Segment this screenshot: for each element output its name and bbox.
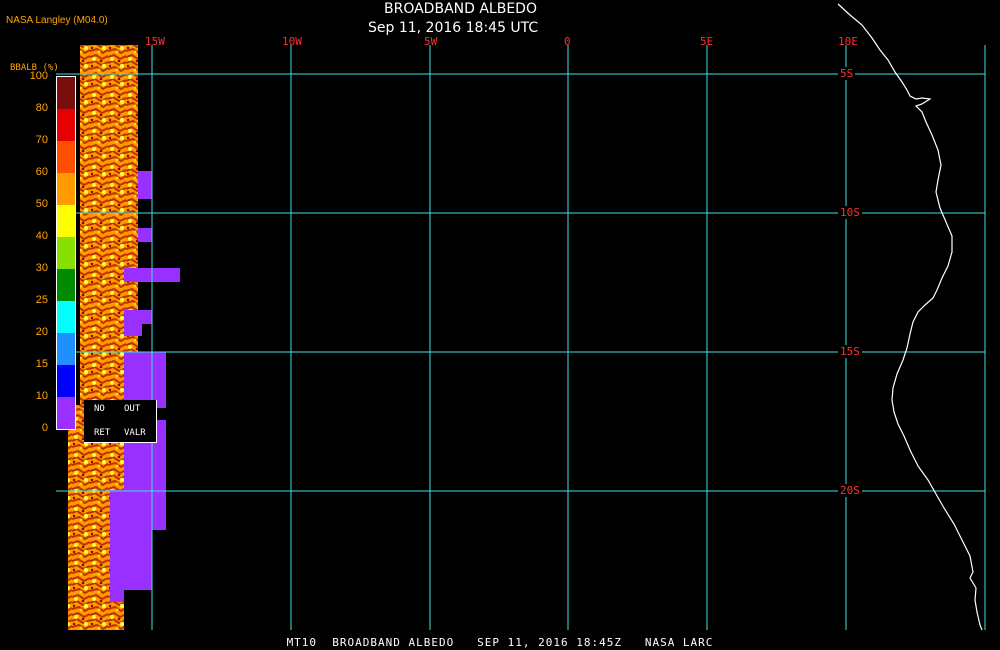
legend-tick-label: 60 — [35, 166, 48, 178]
legend-swatch — [57, 301, 75, 333]
legend-swatch — [57, 141, 75, 173]
no-retrieval-legend: NO RET OUT VALR — [84, 400, 157, 443]
map-datetime: Sep 11, 2016 18:45 UTC — [368, 20, 539, 36]
coastline — [837, 3, 983, 631]
lon-label-0: 0 — [564, 35, 571, 48]
lon-label-15w: 15W — [145, 35, 165, 48]
lon-label-10w: 10W — [282, 35, 302, 48]
legend-swatch — [57, 397, 75, 429]
lat-label-20s: 20S — [838, 484, 862, 497]
lat-label-5s: 5S — [838, 67, 856, 80]
legend-tick-label: 100 — [29, 70, 48, 82]
legend-tick-label: 40 — [35, 230, 48, 242]
lat-label-15s: 15S — [838, 345, 862, 358]
legend-swatch — [57, 237, 75, 269]
legend-tick-label: 20 — [35, 326, 48, 338]
legend-colorbar — [56, 76, 76, 430]
map-title: BROADBAND ALBEDO — [384, 1, 537, 17]
lon-label-10e: 10E — [838, 35, 858, 48]
legend-tick-label: 30 — [35, 262, 48, 274]
lat-lon-grid — [56, 45, 986, 630]
map-canvas — [56, 3, 986, 631]
legend-swatch — [57, 109, 75, 141]
satellite-map-view: BROADBAND ALBEDO Sep 11, 2016 18:45 UTC … — [0, 0, 1000, 650]
outvalr-line1: OUT — [124, 404, 141, 414]
legend-tick-label: 80 — [35, 102, 48, 114]
lat-label-10s: 10S — [838, 206, 862, 219]
legend-tick-label: 50 — [35, 198, 48, 210]
legend-swatch — [57, 77, 75, 109]
legend-swatch — [57, 269, 75, 301]
legend-tick-label: 10 — [35, 390, 48, 402]
legend-swatch — [57, 173, 75, 205]
lon-label-5w: 5W — [424, 35, 438, 48]
legend-tick-label: 15 — [35, 358, 48, 370]
map-footer: MT10 BROADBAND ALBEDO SEP 11, 2016 18:45… — [286, 636, 714, 649]
legend-swatch — [57, 365, 75, 397]
outvalr-line2: VALR — [124, 428, 146, 438]
legend-swatch — [57, 205, 75, 237]
lon-label-5e: 5E — [700, 35, 714, 48]
legend-tick-label: 25 — [35, 294, 48, 306]
legend-tick-label: 0 — [41, 422, 48, 434]
legend-swatch — [57, 333, 75, 365]
noret-line1: NO — [94, 404, 105, 414]
noret-line2: RET — [94, 428, 111, 438]
org-label: NASA Langley (M04.0) — [6, 15, 108, 26]
legend-tick-label: 70 — [35, 134, 48, 146]
